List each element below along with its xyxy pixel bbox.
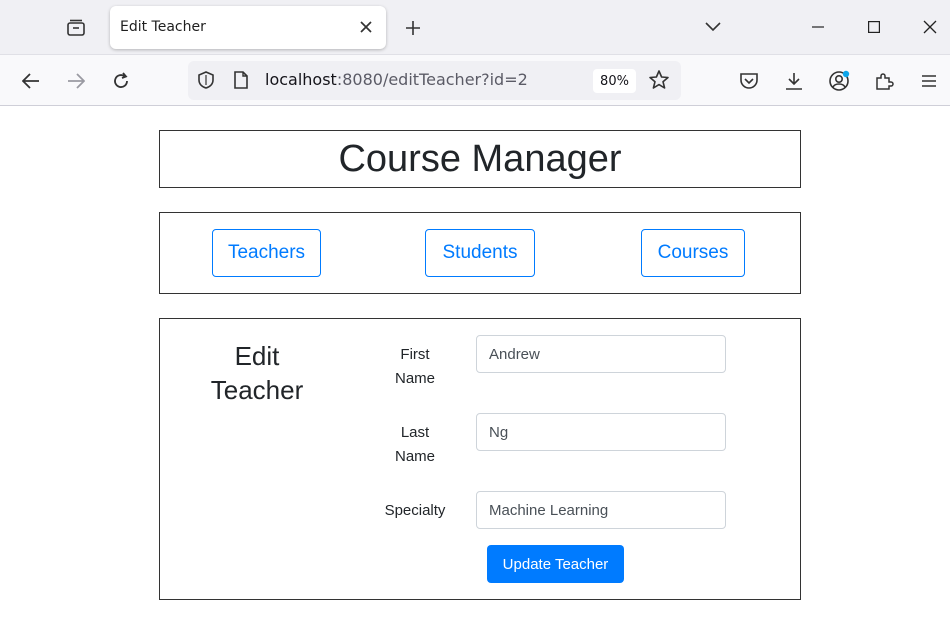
- download-icon[interactable]: [779, 66, 809, 96]
- menu-icon[interactable]: [914, 66, 944, 96]
- tab-list-icon[interactable]: [60, 14, 92, 42]
- back-icon[interactable]: [16, 66, 46, 96]
- plus-icon[interactable]: [400, 15, 426, 41]
- star-icon[interactable]: [648, 69, 670, 95]
- tab-title: Edit Teacher: [120, 19, 206, 35]
- close-icon[interactable]: [356, 17, 376, 37]
- edit-teacher-form: Edit Teacher First Name Andrew Last Name…: [159, 318, 801, 600]
- form-heading-line-1: Edit: [234, 341, 280, 371]
- extensions-icon[interactable]: [869, 66, 899, 96]
- form-heading-line-2: Teacher: [210, 375, 304, 405]
- shield-icon[interactable]: [196, 70, 216, 94]
- active-tab[interactable]: Edit Teacher: [110, 6, 386, 49]
- maximize-icon[interactable]: [859, 12, 889, 42]
- account-icon[interactable]: [824, 66, 854, 96]
- tab-strip: Edit Teacher: [0, 0, 950, 55]
- first-name-label: First Name: [370, 343, 460, 391]
- last-name-label-line-2: Name: [394, 448, 435, 465]
- header-panel: Course Manager: [159, 130, 801, 188]
- specialty-input[interactable]: Machine Learning: [476, 491, 726, 529]
- navigation-toolbar: localhost:8080/editTeacher?id=2 80%: [0, 55, 950, 106]
- window-close-icon[interactable]: [915, 12, 945, 42]
- last-name-input[interactable]: Ng: [476, 413, 726, 451]
- last-name-label: Last Name: [370, 421, 460, 469]
- url-text[interactable]: localhost:8080/editTeacher?id=2: [265, 70, 528, 89]
- url-bar[interactable]: localhost:8080/editTeacher?id=2 80%: [188, 61, 681, 100]
- forward-icon[interactable]: [61, 66, 91, 96]
- teachers-button[interactable]: Teachers: [212, 229, 321, 277]
- last-name-label-line-1: Last: [400, 424, 430, 441]
- nav-panel: Teachers Students Courses: [159, 212, 801, 294]
- first-name-label-line-2: Name: [394, 370, 435, 387]
- url-path: :8080/editTeacher?id=2: [336, 70, 528, 89]
- specialty-label: Specialty: [384, 502, 446, 519]
- courses-button[interactable]: Courses: [641, 229, 745, 277]
- page-content: Course Manager Teachers Students Courses…: [0, 106, 950, 639]
- form-heading: Edit Teacher: [190, 339, 324, 407]
- students-button[interactable]: Students: [425, 229, 535, 277]
- update-teacher-button[interactable]: Update Teacher: [487, 545, 624, 583]
- page-icon[interactable]: [232, 70, 250, 94]
- zoom-level[interactable]: 80%: [593, 69, 636, 93]
- chevron-down-icon[interactable]: [700, 14, 726, 40]
- minimize-icon[interactable]: [803, 12, 833, 42]
- url-host: localhost: [265, 70, 337, 89]
- first-name-input[interactable]: Andrew: [476, 335, 726, 373]
- pocket-icon[interactable]: [734, 66, 764, 96]
- first-name-label-line-1: First: [400, 346, 430, 363]
- page-title: Course Manager: [338, 137, 622, 180]
- reload-icon[interactable]: [106, 66, 136, 96]
